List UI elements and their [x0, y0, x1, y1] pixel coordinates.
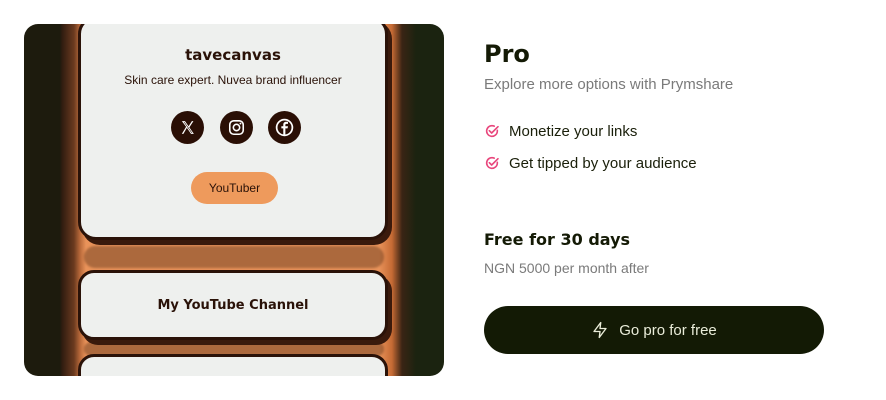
facebook-icon[interactable] [268, 111, 301, 144]
feature-item: Monetize your links [484, 120, 697, 142]
link-card[interactable] [78, 354, 388, 376]
social-links [171, 111, 301, 145]
trial-title: Free for 30 days [484, 230, 631, 249]
go-pro-button[interactable]: Go pro for free [484, 306, 824, 354]
preview-phone: tavecanvas Skin care expert. Nuvea brand… [76, 24, 394, 376]
profile-preview: tavecanvas Skin care expert. Nuvea brand… [24, 24, 444, 376]
trial-subtitle: NGN 5000 per month after [484, 260, 649, 276]
x-twitter-icon[interactable] [171, 111, 204, 144]
profile-bio: Skin care expert. Nuvea brand influencer [124, 73, 342, 87]
feature-label: Monetize your links [509, 122, 638, 140]
plan-subtitle: Explore more options with Prymshare [484, 76, 734, 93]
go-pro-label: Go pro for free [619, 321, 717, 339]
link-card[interactable]: My YouTube Channel [78, 270, 388, 340]
profile-card: tavecanvas Skin care expert. Nuvea brand… [78, 24, 388, 240]
lightning-bolt-icon [593, 321, 607, 339]
check-circle-icon [485, 156, 499, 170]
profile-username: tavecanvas [185, 46, 281, 64]
role-pill[interactable]: YouTuber [191, 172, 278, 204]
feature-list: Monetize your links Get tipped by your a… [484, 120, 697, 184]
feature-label: Get tipped by your audience [509, 154, 697, 172]
instagram-icon[interactable] [219, 111, 253, 144]
check-circle-icon [485, 124, 499, 138]
plan-title: Pro [484, 40, 530, 68]
feature-item: Get tipped by your audience [484, 152, 697, 174]
